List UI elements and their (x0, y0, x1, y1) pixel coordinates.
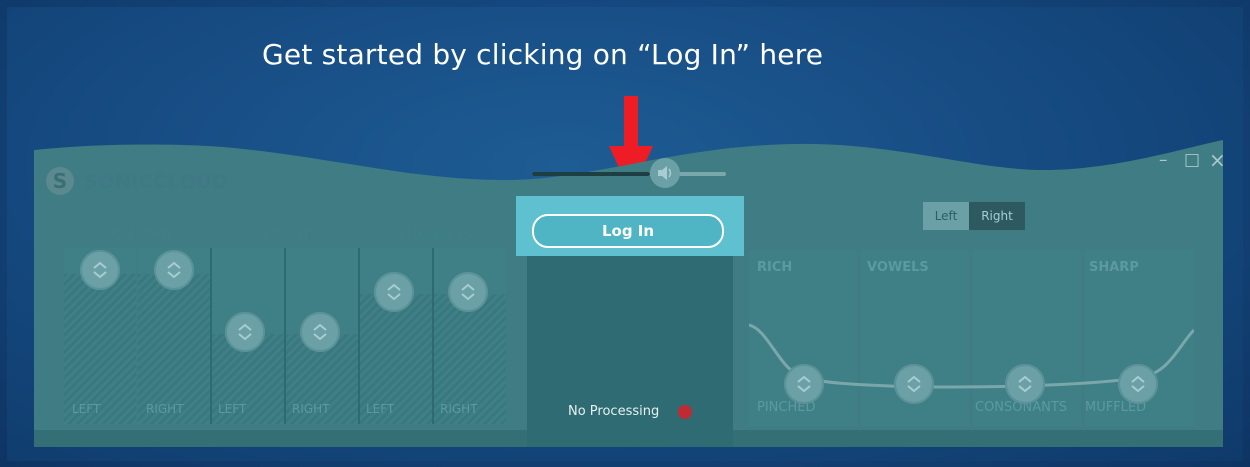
eq-knob-2[interactable] (894, 364, 934, 404)
section-fullness: FULLNESS (398, 228, 472, 243)
maximize-icon[interactable]: □ (1184, 150, 1200, 170)
up-down-chevron-icon (907, 375, 921, 393)
boost-right-knob[interactable] (300, 312, 340, 352)
eq-label-vowels: VOWELS (867, 260, 929, 275)
channel-label: RIGHT (146, 402, 184, 416)
processing-status-text: No Processing (568, 404, 660, 419)
fullness-right-knob[interactable] (448, 272, 488, 312)
status-indicator-dot (678, 405, 692, 419)
instruction-caption: Get started by clicking on “Log In” here (262, 38, 824, 71)
up-down-chevron-icon (1131, 375, 1145, 393)
logo-text: SONICCLOUD (84, 171, 229, 193)
fullness-left-knob[interactable] (374, 272, 414, 312)
channel-label: LEFT (218, 402, 247, 416)
up-down-chevron-icon (167, 261, 181, 279)
up-down-chevron-icon (461, 283, 475, 301)
up-down-chevron-icon (93, 261, 107, 279)
soniccloud-app-window: S SONICCLOUD – □ × COMFORT BOOST FULLNES… (34, 140, 1226, 447)
volume-slider-fill (532, 172, 650, 176)
eq-panel: RICH VOWELS SHARP PINCHED CONSONANTS MUF… (749, 250, 1194, 426)
ear-toggle-right[interactable]: Right (969, 202, 1025, 230)
column-divider (358, 248, 360, 424)
speaker-icon (658, 166, 672, 180)
volume-slider-knob[interactable] (650, 158, 680, 188)
channel-label: RIGHT (292, 402, 330, 416)
comfort-right-knob[interactable] (154, 250, 194, 290)
eq-knob-4[interactable] (1118, 364, 1158, 404)
minimize-icon[interactable]: – (1159, 150, 1168, 170)
section-comfort: COMFORT (102, 228, 174, 243)
channel-label: LEFT (366, 402, 395, 416)
ear-toggle: Left Right (923, 202, 1025, 230)
section-boost: BOOST (262, 228, 313, 243)
column-divider (284, 248, 286, 424)
up-down-chevron-icon (313, 323, 327, 341)
up-down-chevron-icon (1018, 375, 1032, 393)
eq-knob-3[interactable] (1005, 364, 1045, 404)
channel-label: LEFT (72, 402, 101, 416)
column-divider (210, 248, 212, 424)
boost-left-knob[interactable] (225, 312, 265, 352)
close-icon[interactable]: × (1209, 148, 1226, 172)
up-down-chevron-icon (797, 375, 811, 393)
login-button[interactable]: Log In (532, 214, 724, 248)
channel-label: RIGHT (440, 402, 478, 416)
comfort-left-knob[interactable] (80, 250, 120, 290)
sonic-logo-icon: S (46, 167, 74, 195)
up-down-chevron-icon (387, 283, 401, 301)
app-logo: S SONICCLOUD (46, 167, 228, 197)
eq-label-sharp: SHARP (1089, 260, 1139, 275)
eq-knob-1[interactable] (784, 364, 824, 404)
column-divider (432, 248, 434, 424)
up-down-chevron-icon (238, 323, 252, 341)
ear-toggle-left[interactable]: Left (923, 202, 969, 230)
eq-label-rich: RICH (757, 260, 793, 275)
